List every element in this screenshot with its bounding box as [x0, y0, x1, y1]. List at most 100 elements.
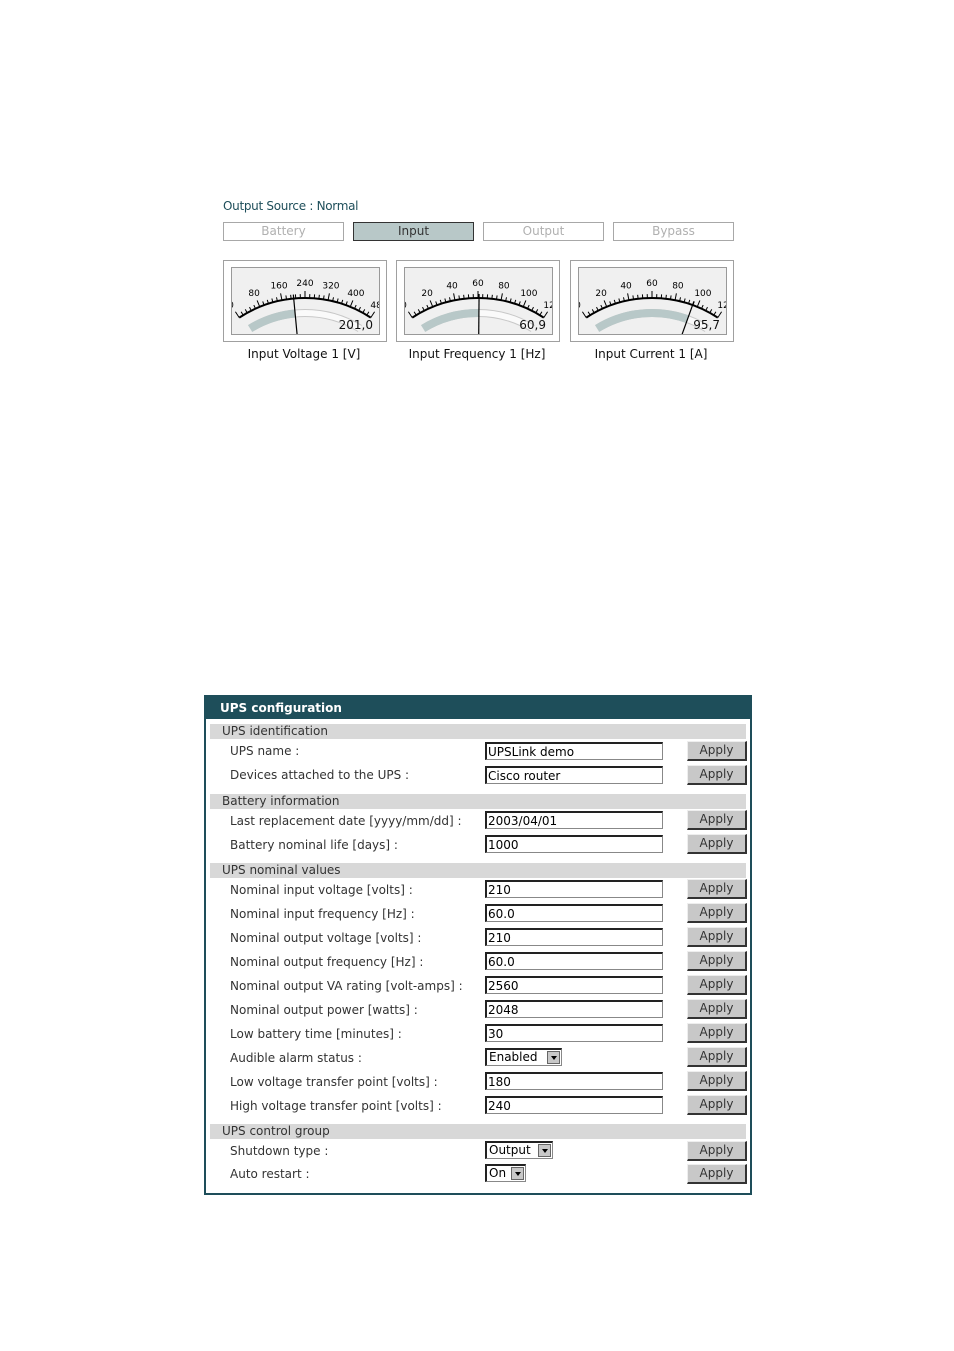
last-replacement-date-input[interactable] [485, 811, 663, 829]
shutdown-type-value: Output [489, 1143, 531, 1157]
chevron-down-icon[interactable] [538, 1144, 551, 1157]
gauge-tick-label: 80 [672, 282, 684, 292]
gauge-major-tick [327, 293, 330, 301]
gauge-tick-label: 20 [595, 289, 607, 299]
apply-low-battery-time-button[interactable]: Apply [687, 1023, 747, 1043]
gauge-label-frequency: Input Frequency 1 [Hz] [408, 347, 546, 361]
apply-last-replacement-date-button[interactable]: Apply [687, 810, 747, 830]
gauge-band-fill [248, 309, 296, 332]
gauge-major-tick [581, 311, 587, 318]
gauge-value: 60,9 [519, 318, 546, 332]
group-ups-nominal-values: UPS nominal values [210, 863, 746, 878]
nominal-output-voltage-input[interactable] [485, 928, 663, 946]
gauge-tick-label: 0 [232, 301, 234, 311]
gauge-tick-label: 120 [717, 301, 726, 311]
gauge-tick-label: 40 [620, 282, 632, 292]
audible-alarm-status-value: Enabled [489, 1050, 538, 1064]
nominal-output-voltage-label: Nominal output voltage [volts] : [230, 931, 422, 945]
nominal-output-va-rating-label: Nominal output VA rating [volt-amps] : [230, 979, 463, 993]
auto-restart-select[interactable]: On [485, 1164, 526, 1182]
gauge-tick-label: 120 [543, 301, 552, 311]
gauge-major-tick [407, 311, 413, 318]
gauge-input-current: 0 20 40 60 80 100 120 95,7 [570, 260, 734, 342]
low-battery-time-input[interactable] [485, 1024, 663, 1042]
gauge-major-tick [674, 293, 677, 301]
gauge-label-current: Input Current 1 [A] [594, 347, 708, 361]
gauge-minor-tick [458, 295, 461, 300]
apply-low-voltage-transfer-point-button[interactable]: Apply [687, 1071, 747, 1091]
gauge-major-tick [349, 300, 354, 308]
gauge-major-tick [500, 293, 503, 301]
gauge-input-voltage: 0 80 160 240 320 400 480 201,0 [223, 260, 387, 342]
gauge-tick-label: 80 [248, 289, 260, 299]
devices-attached-label: Devices attached to the UPS : [230, 768, 410, 782]
gauge-major-tick [256, 300, 261, 308]
gauge-tick-label: 80 [498, 282, 510, 292]
nominal-input-voltage-input[interactable] [485, 880, 663, 898]
apply-auto-restart-button[interactable]: Apply [687, 1164, 747, 1184]
last-replacement-date-label: Last replacement date [yyyy/mm/dd] : [230, 814, 462, 828]
battery-nominal-life-input[interactable] [485, 835, 663, 853]
apply-nominal-input-voltage-button[interactable]: Apply [687, 879, 747, 899]
gauge-minor-tick [285, 295, 288, 300]
chevron-down-icon[interactable] [511, 1167, 524, 1180]
low-voltage-transfer-point-input[interactable] [485, 1072, 663, 1090]
nominal-input-voltage-label: Nominal input voltage [volts] : [230, 883, 413, 897]
audible-alarm-status-select[interactable]: Enabled [485, 1048, 562, 1066]
shutdown-type-label: Shutdown type : [230, 1144, 329, 1158]
group-battery-information: Battery information [210, 794, 746, 809]
tab-battery[interactable]: Battery [223, 222, 344, 241]
apply-nominal-output-power-button[interactable]: Apply [687, 999, 747, 1019]
gauge-input-frequency: 0 20 40 60 80 100 120 60,9 [396, 260, 560, 342]
ups-name-input[interactable] [485, 742, 663, 760]
nominal-output-frequency-label: Nominal output frequency [Hz] : [230, 955, 424, 969]
panel-title: UPS configuration [206, 697, 750, 719]
battery-nominal-life-label: Battery nominal life [days] : [230, 838, 398, 852]
apply-battery-nominal-life-button[interactable]: Apply [687, 834, 747, 854]
output-source-status: Output Source : Normal [223, 199, 359, 213]
gauge-minor-tick [632, 295, 635, 300]
gauge-minor-tick [495, 295, 498, 300]
nominal-output-power-input[interactable] [485, 1000, 663, 1018]
tab-input[interactable]: Input [353, 222, 474, 241]
gauge-value: 201,0 [338, 318, 373, 332]
apply-ups-name-button[interactable]: Apply [687, 741, 747, 761]
tab-bypass[interactable]: Bypass [613, 222, 734, 241]
gauge-major-tick [627, 293, 630, 301]
apply-shutdown-type-button[interactable]: Apply [687, 1141, 747, 1161]
apply-nominal-output-frequency-button[interactable]: Apply [687, 951, 747, 971]
auto-restart-value: On [489, 1166, 507, 1180]
tab-output[interactable]: Output [483, 222, 604, 241]
gauge-tick-label: 480 [370, 301, 379, 311]
gauge-major-tick [234, 311, 240, 318]
apply-nominal-input-frequency-button[interactable]: Apply [687, 903, 747, 923]
nominal-output-power-label: Nominal output power [watts] : [230, 1003, 418, 1017]
apply-high-voltage-transfer-point-button[interactable]: Apply [687, 1095, 747, 1115]
gauge-major-tick [696, 300, 701, 308]
devices-attached-input[interactable] [485, 766, 663, 784]
group-ups-identification: UPS identification [210, 724, 746, 739]
gauge-face: 0 20 40 60 80 100 120 95,7 [578, 267, 727, 335]
shutdown-type-select[interactable]: Output [485, 1141, 553, 1159]
apply-devices-attached-button[interactable]: Apply [687, 765, 747, 785]
apply-audible-alarm-status-button[interactable]: Apply [687, 1047, 747, 1067]
high-voltage-transfer-point-input[interactable] [485, 1096, 663, 1114]
nominal-output-frequency-input[interactable] [485, 952, 663, 970]
gauge-tick-label: 320 [322, 282, 339, 292]
nominal-input-frequency-label: Nominal input frequency [Hz] : [230, 907, 415, 921]
gauge-tick-label: 0 [405, 301, 407, 311]
gauge-tick-label: 240 [296, 279, 313, 289]
low-battery-time-label: Low battery time [minutes] : [230, 1027, 402, 1041]
gauge-tick-label: 100 [694, 289, 711, 299]
nominal-input-frequency-input[interactable] [485, 904, 663, 922]
gauge-major-tick [543, 311, 549, 318]
gauge-face: 0 20 40 60 80 100 120 60,9 [404, 267, 553, 335]
gauge-major-tick [522, 300, 527, 308]
apply-nominal-output-voltage-button[interactable]: Apply [687, 927, 747, 947]
audible-alarm-status-label: Audible alarm status : [230, 1051, 362, 1065]
chevron-down-icon[interactable] [547, 1051, 560, 1064]
nominal-output-va-rating-input[interactable] [485, 976, 663, 994]
apply-nominal-output-va-rating-button[interactable]: Apply [687, 975, 747, 995]
gauge-face: 0 80 160 240 320 400 480 201,0 [231, 267, 380, 335]
gauge-band-fill [421, 309, 479, 332]
